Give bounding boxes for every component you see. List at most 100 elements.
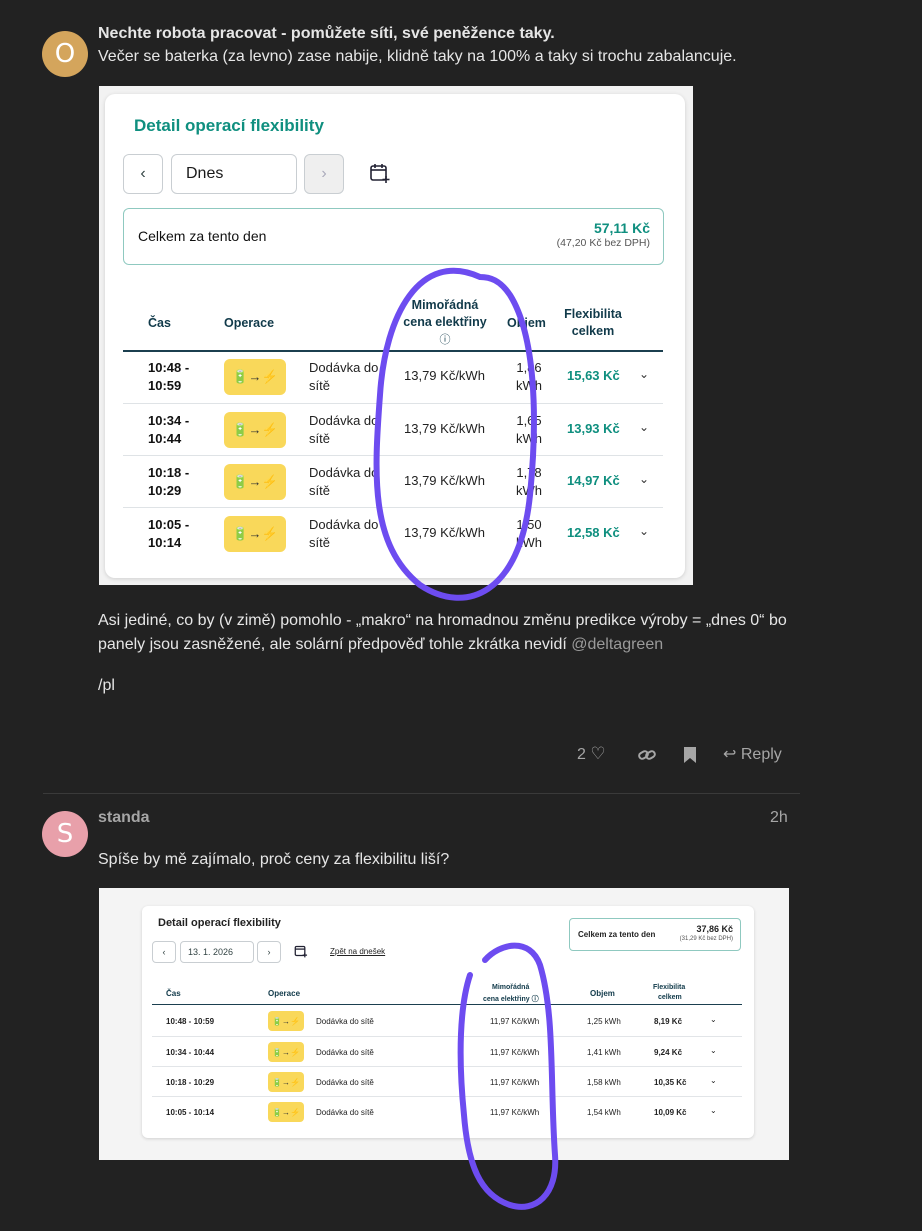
time-start: 10:48 -: [148, 360, 190, 375]
heart-icon: ♡: [590, 744, 606, 763]
operation-label: Dodávka do sítě: [316, 1108, 374, 1117]
operation-badge: 🔋→⚡: [268, 1011, 304, 1031]
row-flexibility: 13,93 Kč: [567, 421, 620, 436]
header-time: Čas: [148, 316, 171, 330]
chevron-left-icon: ‹: [162, 947, 166, 957]
battery-to-grid-icon: 🔋→⚡: [232, 422, 278, 437]
post-text: Spíše by mě zajímalo, proč ceny za flexi…: [98, 851, 450, 868]
avatar-letter: O: [54, 39, 76, 69]
time-end: 10:14: [148, 535, 182, 550]
reply-button[interactable]: ↩ Reply: [723, 744, 782, 764]
header-operation: Operace: [268, 989, 301, 998]
row-time: 10:05 - 10:14: [166, 1108, 215, 1117]
battery-to-grid-icon: 🔋→⚡: [272, 1077, 300, 1087]
total-value: 57,11 Kč: [593, 220, 650, 236]
annotation-circle: [373, 267, 537, 601]
header-flexibility: Flexibilita: [653, 984, 686, 991]
date-field[interactable]: 13. 1. 2026: [180, 941, 254, 963]
post-paragraph: panely jsou zasněžené, ale solární předp…: [98, 633, 663, 657]
operation-badge: 🔋→⚡: [268, 1102, 304, 1122]
battery-to-grid-icon: 🔋→⚡: [232, 474, 278, 489]
operation-line: sítě: [309, 483, 330, 498]
post-paragraph: Asi jediné, co by (v zimě) pomohlo - „ma…: [98, 612, 787, 629]
chevron-right-icon: ›: [321, 165, 327, 182]
chevron-down-icon[interactable]: ⌄: [710, 1046, 717, 1055]
paragraph-text: panely jsou zasněžené, ale solární předp…: [98, 636, 567, 653]
operation-badge: 🔋→⚡: [268, 1042, 304, 1062]
post-divider: [43, 793, 800, 794]
avatar-letter: S: [56, 819, 74, 849]
row-time: 10:18 - 10:29: [148, 464, 189, 500]
total-sub: (47,20 Kč bez DPH): [556, 237, 650, 249]
header-operation: Operace: [224, 316, 275, 330]
next-day-button[interactable]: ›: [304, 154, 344, 194]
row-volume: 1,25 kWh: [587, 1017, 621, 1026]
post-line: Nechte robota pracovat - pomůžete síti, …: [98, 25, 555, 42]
post-time[interactable]: 2h: [770, 806, 788, 830]
date-value: 13. 1. 2026: [188, 947, 234, 957]
date-field[interactable]: Dnes: [171, 154, 297, 194]
next-day-button[interactable]: ›: [257, 941, 281, 963]
row-flexibility: 8,19 Kč: [654, 1017, 683, 1026]
battery-to-grid-icon: 🔋→⚡: [272, 1107, 300, 1117]
card-title: Detail operací flexibility: [158, 917, 281, 929]
operation-label: Dodávka do sítě: [316, 1078, 374, 1087]
total-sub: (31,29 Kč bez DPH): [679, 936, 733, 942]
chevron-down-icon[interactable]: ⌄: [639, 367, 649, 381]
chevron-down-icon[interactable]: ⌄: [639, 524, 649, 538]
prev-day-button[interactable]: ‹: [123, 154, 163, 194]
battery-to-grid-icon: 🔋→⚡: [272, 1047, 300, 1057]
time-end: 10:59: [148, 378, 182, 393]
back-to-today-link[interactable]: Zpět na dnešek: [330, 947, 385, 956]
avatar[interactable]: O: [42, 31, 88, 77]
time-start: 10:18 -: [148, 465, 190, 480]
row-flexibility: 14,97 Kč: [567, 473, 620, 488]
operation-badge: 🔋→⚡: [224, 464, 286, 500]
total-label: Celkem za tento den: [578, 930, 656, 939]
signature: /pl: [98, 677, 115, 694]
reply-icon: ↩: [723, 746, 737, 763]
daily-total-box: Celkem za tento den 37,86 Kč (31,29 Kč b…: [569, 918, 741, 951]
row-time: 10:34 - 10:44: [166, 1048, 215, 1057]
like-button[interactable]: 2 ♡: [577, 744, 606, 764]
operation-line: sítě: [309, 535, 330, 550]
total-label: Celkem za tento den: [138, 228, 267, 244]
row-time: 10:05 - 10:14: [148, 516, 189, 552]
prev-day-button[interactable]: ‹: [152, 941, 176, 963]
calendar-add-icon[interactable]: [369, 162, 391, 184]
username[interactable]: standa: [98, 806, 150, 830]
row-time: 10:34 - 10:44: [148, 412, 189, 448]
total-value: 37,86 Kč: [696, 924, 733, 934]
battery-to-grid-icon: 🔋→⚡: [272, 1016, 300, 1026]
date-value: Dnes: [186, 165, 224, 182]
header-flexibility: Flexibilita celkem: [564, 307, 622, 338]
operation-badge: 🔋→⚡: [268, 1072, 304, 1092]
header-flexibility: celkem: [658, 994, 682, 1001]
link-icon[interactable]: [638, 747, 656, 768]
row-flexibility: 10,09 Kč: [654, 1108, 687, 1117]
chevron-down-icon[interactable]: ⌄: [710, 1015, 717, 1024]
row-time: 10:18 - 10:29: [166, 1078, 215, 1087]
header-volume: Objem: [590, 989, 615, 998]
time-start: 10:05 -: [148, 517, 190, 532]
row-flexibility: 12,58 Kč: [567, 525, 620, 540]
chevron-down-icon[interactable]: ⌄: [639, 472, 649, 486]
reply-label: Reply: [740, 746, 782, 763]
mention-link[interactable]: @deltagreen: [571, 636, 663, 653]
chevron-left-icon: ‹: [140, 165, 146, 182]
chevron-down-icon[interactable]: ⌄: [710, 1076, 717, 1085]
operation-label: Dodávka do sítě: [316, 1017, 374, 1026]
operation-line: sítě: [309, 378, 330, 393]
operation-line: sítě: [309, 431, 330, 446]
post-line: Večer se baterka (za levno) zase nabije,…: [98, 48, 737, 65]
operation-badge: 🔋→⚡: [224, 516, 286, 552]
calendar-add-icon[interactable]: [294, 944, 308, 963]
chevron-right-icon: ›: [267, 947, 271, 957]
avatar[interactable]: S: [42, 811, 88, 857]
card-title: Detail operací flexibility: [134, 116, 324, 135]
chevron-down-icon[interactable]: ⌄: [639, 420, 649, 434]
chevron-down-icon[interactable]: ⌄: [710, 1106, 717, 1115]
bookmark-icon[interactable]: [683, 746, 697, 769]
battery-to-grid-icon: 🔋→⚡: [232, 526, 278, 541]
annotation-circle: [457, 942, 559, 1210]
